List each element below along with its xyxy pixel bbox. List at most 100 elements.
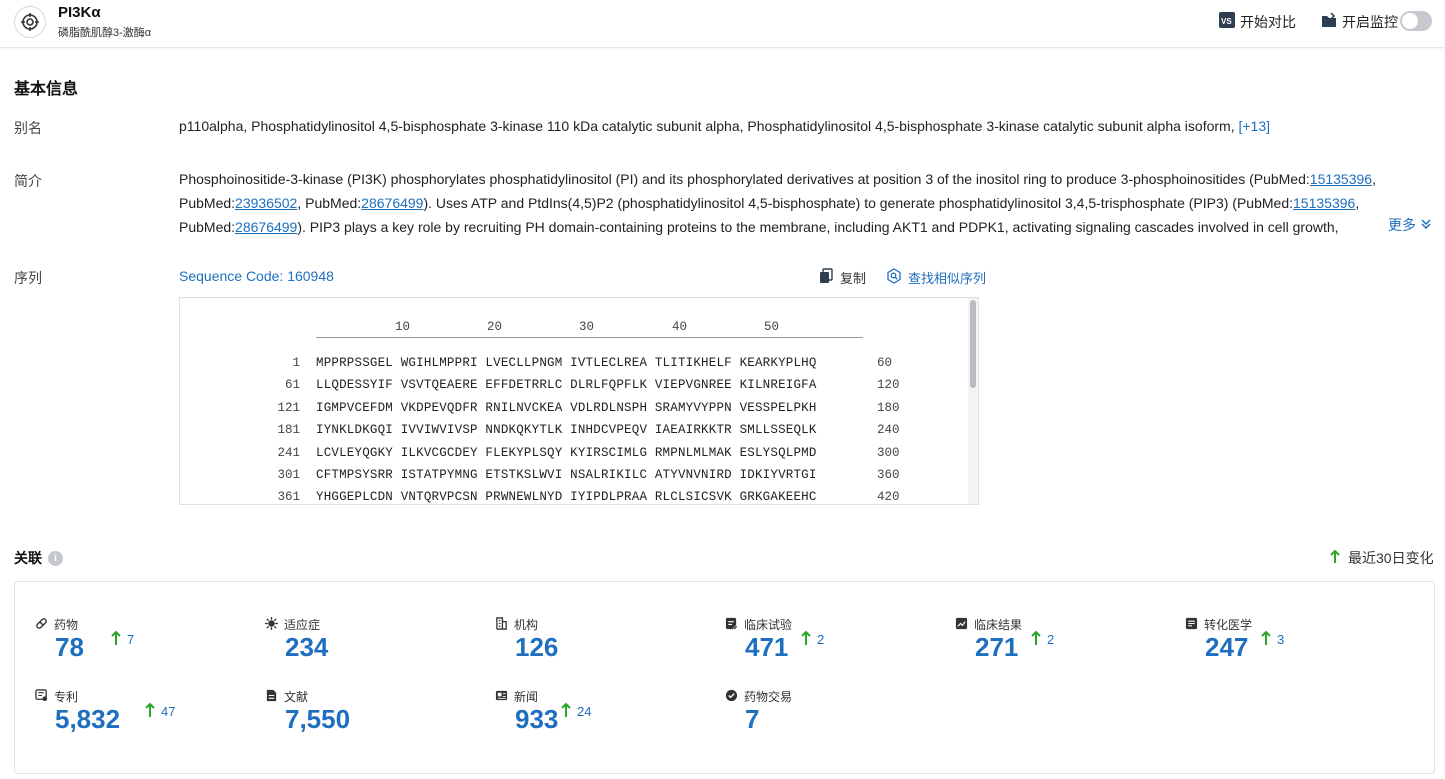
- recent-change-legend: 最近30日变化: [1330, 548, 1434, 568]
- row-end: 120: [877, 378, 900, 392]
- row-end: 360: [877, 468, 900, 482]
- compare-label: 开始对比: [1240, 13, 1296, 30]
- scrollbar-thumb[interactable]: [970, 300, 976, 388]
- row-sequence: LCVLEYQGKY ILKVCGCDEY FLEKYPLSQY KYIRSCI…: [316, 446, 817, 460]
- stat-value: 234: [285, 632, 329, 662]
- stat-value: 271: [975, 632, 1019, 662]
- stat-label: 药物交易: [744, 690, 793, 704]
- stat-value: 7,550: [285, 704, 351, 734]
- row-sequence: CFTMPSYSRR ISTATPYMNG ETSTKSLWVI NSALRIK…: [316, 468, 817, 482]
- building-icon: [495, 616, 508, 633]
- copy-icon: [818, 268, 834, 287]
- monitor-icon: [1320, 11, 1338, 32]
- sequence-row: 301 CFTMPSYSRR ISTATPYMNG ETSTKSLWVI NSAL…: [180, 468, 960, 490]
- up-arrow-icon: [111, 630, 121, 649]
- info-icon[interactable]: i: [48, 550, 63, 566]
- row-start: 361: [277, 490, 300, 504]
- news-icon: [495, 689, 508, 705]
- stat-label: 文献: [284, 690, 309, 704]
- find-similar-label: 查找相似序列: [908, 271, 987, 286]
- row-start: 121: [277, 401, 300, 415]
- pubmed-link[interactable]: 15135396: [1293, 195, 1355, 211]
- ruler-tick: 50: [764, 320, 780, 334]
- pubmed-link[interactable]: 15135396: [1310, 171, 1372, 187]
- stat-drugs[interactable]: 药物 78 7: [35, 616, 255, 676]
- row-sequence: IGMPVCEFDM VKDPEVQDFR RNILNVCKEA VDLRDLN…: [316, 401, 817, 415]
- stat-label: 新闻: [514, 690, 539, 704]
- row-end: 240: [877, 423, 900, 437]
- up-arrow-icon: [1261, 630, 1271, 649]
- monitor-label: 开启监控: [1342, 13, 1398, 30]
- sequence-row: 361 YHGGEPLCDN VNTQRVPCSN PRWNEWLNYD IYIP…: [180, 490, 960, 504]
- alias-label: 别名: [14, 120, 42, 136]
- copy-button[interactable]: 复制: [818, 268, 866, 287]
- pubmed-link[interactable]: 23936502: [235, 195, 297, 211]
- top-header: PI3Kα 磷脂酰肌醇3-激酶α VS 开始对比 开启监控: [0, 0, 1445, 48]
- svg-text:VS: VS: [1221, 17, 1232, 26]
- stat-value: 471: [745, 632, 789, 662]
- pubmed-link[interactable]: 28676499: [361, 195, 423, 211]
- row-end: 60: [877, 356, 893, 370]
- stat-clinical-trials[interactable]: 临床试验 471 2: [725, 616, 945, 676]
- sequence-code[interactable]: Sequence Code: 160948: [179, 264, 334, 288]
- monitor-button[interactable]: 开启监控: [1320, 11, 1398, 32]
- chart-icon: [955, 617, 968, 633]
- stat-value: 5,832: [55, 704, 121, 734]
- description-text: Phosphoinositide-3-kinase (PI3K) phospho…: [179, 167, 1384, 239]
- alias-more-link[interactable]: [+13]: [1238, 118, 1270, 134]
- row-start: 241: [277, 446, 300, 460]
- up-arrow-icon: [1330, 549, 1340, 567]
- document-icon: [265, 689, 278, 705]
- row-sequence: YHGGEPLCDN VNTQRVPCSN PRWNEWLNYD IYIPDLP…: [316, 490, 817, 504]
- compare-button[interactable]: VS 开始对比: [1218, 11, 1296, 32]
- ruler-tick: 10: [395, 320, 411, 334]
- stat-translational-medicine[interactable]: 转化医学 247 3: [1185, 616, 1405, 676]
- desc-text: Phosphoinositide-3-kinase (PI3K) phospho…: [179, 171, 1310, 187]
- row-sequence: MPPRPSSGEL WGIHLMPPRI LVECLLPNGM IVTLECL…: [316, 356, 817, 370]
- stat-change: 2: [817, 632, 825, 647]
- alias-value: p110alpha, Phosphatidylinositol 4,5-bisp…: [179, 114, 1270, 138]
- ruler-tick: 20: [487, 320, 503, 334]
- row-end: 420: [877, 490, 900, 504]
- sequence-row: 181 IYNKLDKGQI IVVIWVIVSP NNDKQKYTLK INHD…: [180, 423, 960, 445]
- row-start: 301: [277, 468, 300, 482]
- row-start: 181: [277, 423, 300, 437]
- row-start: 1: [292, 356, 300, 370]
- row-end: 300: [877, 446, 900, 460]
- compare-icon: VS: [1218, 11, 1236, 32]
- stat-clinical-results[interactable]: 临床结果 271 2: [955, 616, 1175, 676]
- stat-label: 药物: [54, 618, 79, 632]
- find-similar-button[interactable]: 查找相似序列: [886, 268, 986, 287]
- stat-change: 7: [127, 632, 135, 647]
- row-end: 180: [877, 401, 900, 415]
- sequence-viewer[interactable]: 10 20 30 40 50 1 MPPRPSSGEL WGIHLMPPRI LV…: [179, 297, 979, 505]
- pubmed-link[interactable]: 28676499: [235, 219, 297, 235]
- row-start: 61: [284, 378, 300, 392]
- stat-label: 专利: [54, 690, 79, 704]
- stat-literature[interactable]: 文献 7,550: [265, 688, 485, 748]
- up-arrow-icon: [1031, 630, 1041, 649]
- sequence-scrollbar[interactable]: [968, 298, 978, 504]
- stat-change: 2: [1047, 632, 1055, 647]
- copy-label: 复制: [840, 271, 867, 286]
- stat-drug-deals[interactable]: 药物交易 7: [725, 688, 945, 748]
- report-icon: [1185, 617, 1198, 633]
- stat-organizations[interactable]: 机构 126: [495, 616, 715, 676]
- related-section-title: 关联 i: [14, 548, 63, 568]
- stat-value: 933: [515, 704, 559, 734]
- stat-label: 临床结果: [974, 618, 1023, 632]
- stat-indications[interactable]: 适应症 234: [265, 616, 485, 676]
- stat-news[interactable]: 新闻 933 24: [495, 688, 715, 748]
- up-arrow-icon: [145, 702, 155, 721]
- stat-change: 3: [1277, 632, 1285, 647]
- stat-change: 24: [577, 704, 592, 719]
- desc-text: , PubMed:: [297, 195, 362, 211]
- stat-label: 临床试验: [744, 618, 793, 632]
- stat-patents[interactable]: 专利 5,832 47: [35, 688, 255, 748]
- row-sequence: LLQDESSYIF VSVTQEAERE EFFDETRRLC DLRLFQP…: [316, 378, 817, 392]
- description-label: 简介: [14, 173, 42, 189]
- more-button[interactable]: 更多: [1380, 215, 1432, 235]
- monitor-toggle[interactable]: [1400, 11, 1432, 31]
- more-label: 更多: [1388, 217, 1416, 233]
- stat-value: 126: [515, 632, 559, 662]
